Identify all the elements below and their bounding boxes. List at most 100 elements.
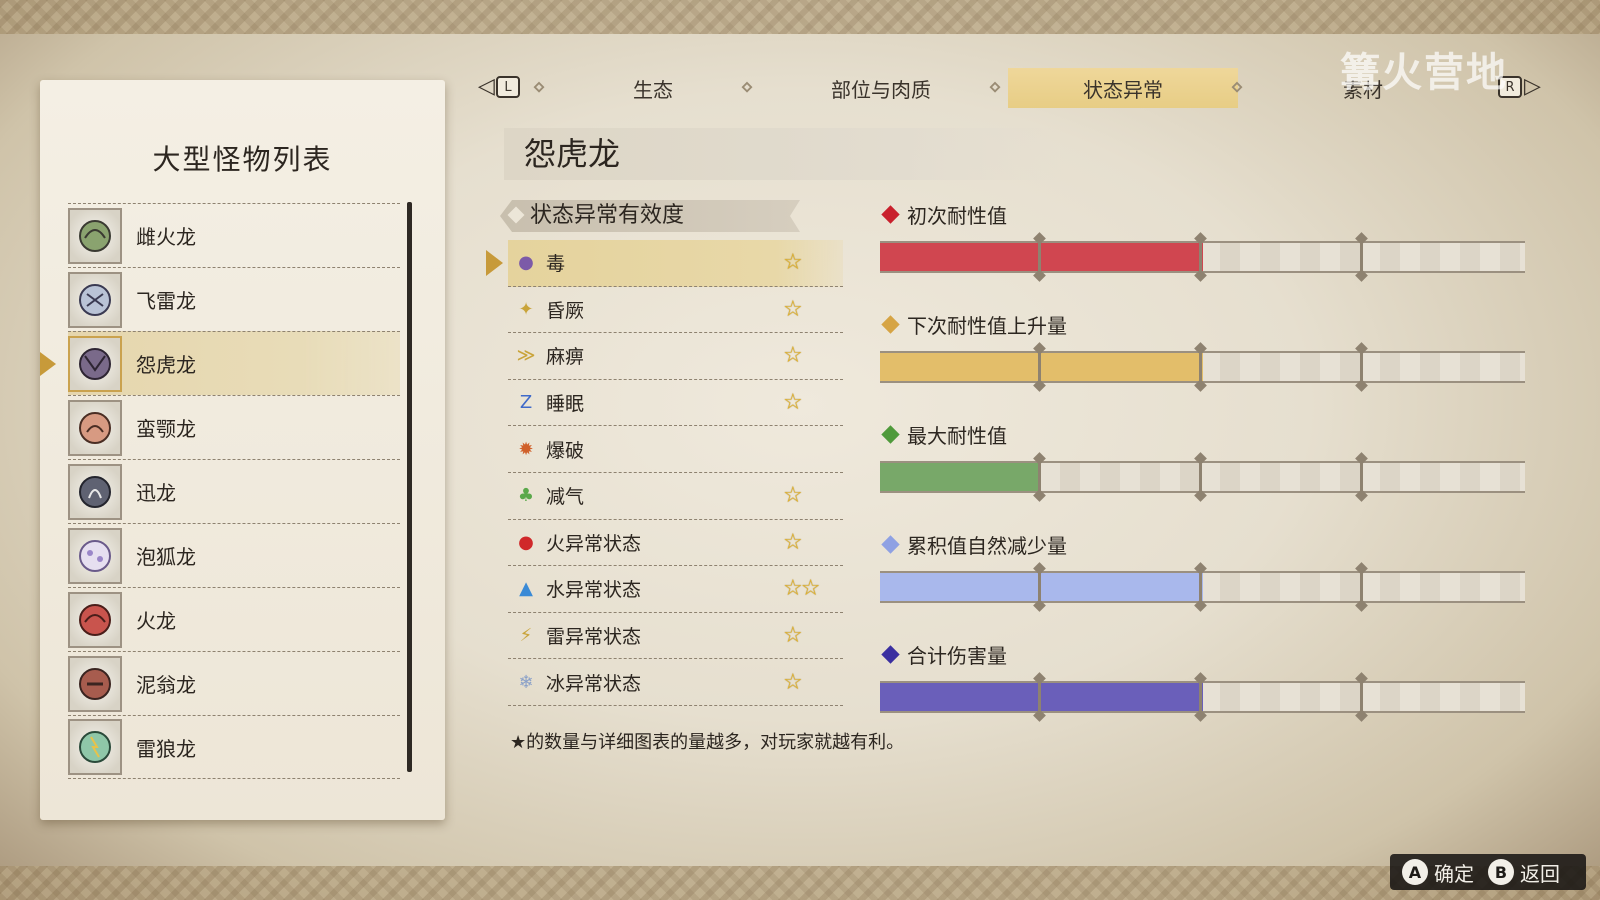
bar-tick [1360, 677, 1363, 717]
effectiveness-footnote: ★的数量与详细图表的量越多，对玩家就越有利。 [510, 732, 905, 753]
monster-name: 雷狼龙 [136, 736, 196, 761]
monster-name: 泥翁龙 [136, 673, 196, 697]
a-button-icon[interactable]: A [1402, 859, 1428, 885]
monster-row-rathalos[interactable]: 火龙 [68, 587, 400, 651]
bar-tick [1199, 677, 1202, 717]
blast-icon: ✹ [518, 438, 534, 460]
monster-list-panel: 大型怪物列表 雌火龙 飞雷龙 怨虎龙 蛮颚龙 迅龙 泡狐龙 火龙 泥翁龙 雷狼龙 [40, 80, 445, 820]
tab-parts-hitzones[interactable]: 部位与肉质 [766, 68, 996, 108]
back-label[interactable]: 返回 [1520, 858, 1560, 887]
effectiveness-list: ● 毒 ☆ ✦ 昏厥 ☆ ≫ 麻痹 ☆ Z 睡眠 ☆ ✹ 爆破 ♣ 减气 ☆ ●… [486, 240, 843, 706]
stat-label: 初次耐性值 [907, 204, 1007, 228]
stat-tolerance-increase: 下次耐性值上升量 [880, 310, 1530, 387]
ailment-row-sleep[interactable]: Z 睡眠 ☆ [508, 380, 843, 427]
stat-label: 累积值自然减少量 [907, 534, 1067, 558]
monster-row-mizutsune[interactable]: 泡狐龙 [68, 523, 400, 587]
monster-row-magnamalo[interactable]: 怨虎龙 [40, 331, 400, 395]
monster-name: 怨虎龙 [136, 353, 196, 377]
ailment-label: 爆破 [546, 439, 585, 462]
selection-pointer-icon [40, 352, 56, 376]
ailment-row-waterblight[interactable]: ▲ 水异常状态 ☆☆ [508, 566, 843, 613]
stat-bar [880, 237, 1525, 277]
stat-bar [880, 677, 1525, 717]
b-button-icon[interactable]: B [1488, 859, 1514, 885]
star-rating: ☆ [783, 343, 803, 369]
stat-diamond-icon [881, 425, 900, 444]
stat-bar-fill [880, 463, 1042, 491]
star-rating: ☆☆ [783, 576, 820, 602]
ailment-row-paralysis[interactable]: ≫ 麻痹 ☆ [508, 333, 843, 380]
star-rating: ☆ [783, 529, 803, 555]
bar-tick [1199, 237, 1202, 277]
tab-status-ailments[interactable]: 状态异常 [1008, 68, 1238, 108]
ailment-label: 昏厥 [546, 299, 585, 322]
monster-row-anjanath[interactable]: 蛮颚龙 [68, 395, 400, 459]
tab-separator-icon: ⋄ [740, 75, 754, 100]
bar-tick [1038, 457, 1041, 497]
stat-label: 合计伤害量 [907, 644, 1007, 668]
bar-tick [1360, 457, 1363, 497]
bar-tick [1038, 567, 1041, 607]
monster-row-tobi-kadachi[interactable]: 飞雷龙 [68, 267, 400, 331]
stat-bar-fill [880, 683, 1203, 711]
effectiveness-header: 状态异常有效度 [500, 200, 800, 232]
paralysis-icon: ≫ [516, 345, 536, 367]
ailment-row-blast[interactable]: ✹ 爆破 [508, 426, 843, 473]
stat-bar-fill [880, 353, 1203, 381]
ailment-label: 水异常状态 [546, 579, 642, 602]
top-border-decoration [0, 0, 1600, 34]
ailment-row-poison[interactable]: ● 毒 ☆ [486, 240, 843, 287]
monster-title: 怨虎龙 [504, 128, 1064, 180]
zinogre-icon [68, 719, 122, 775]
stat-total-damage: 合计伤害量 [880, 640, 1530, 717]
ailment-label: 麻痹 [546, 346, 585, 369]
rathian-icon [68, 207, 122, 264]
bottom-border-decoration [0, 866, 1600, 900]
ailment-label: 睡眠 [546, 393, 585, 416]
mizutsune-icon [68, 527, 122, 584]
ailment-row-fireblight[interactable]: ● 火异常状态 ☆ [508, 520, 843, 567]
star-rating: ☆ [783, 296, 803, 322]
stat-diamond-icon [881, 315, 900, 334]
ailment-row-exhaust[interactable]: ♣ 减气 ☆ [508, 473, 843, 520]
monster-row-rathian[interactable]: 雌火龙 [68, 203, 400, 267]
stat-bar-fill [880, 573, 1203, 601]
monster-row-nargacuga[interactable]: 迅龙 [68, 459, 400, 523]
monster-name: 雌火龙 [136, 225, 196, 249]
ailment-label: 雷异常状态 [546, 626, 642, 649]
tab-left-arrow-icon: ◁ [478, 74, 495, 99]
anjanath-icon [68, 399, 122, 456]
ailment-row-thunderblight[interactable]: ⚡ 雷异常状态 ☆ [508, 613, 843, 660]
stat-bar [880, 457, 1525, 497]
ailment-row-iceblight[interactable]: ❄ 冰异常状态 ☆ [508, 659, 843, 706]
stat-max-tolerance: 最大耐性值 [880, 420, 1530, 497]
fireblight-icon: ● [518, 531, 534, 553]
monster-name: 泡狐龙 [136, 545, 196, 569]
sleep-icon: Z [519, 392, 533, 414]
thunderblight-icon: ⚡ [519, 625, 533, 647]
poison-icon: ● [518, 252, 534, 274]
button-hints: A 确定 B 返回 [1390, 854, 1586, 890]
bar-tick [1199, 457, 1202, 497]
magnamalo-icon [68, 335, 122, 392]
bar-tick [1038, 237, 1041, 277]
rathalos-icon [68, 591, 122, 648]
confirm-label[interactable]: 确定 [1434, 858, 1474, 887]
ailment-label: 减气 [546, 486, 585, 509]
monster-row-zinogre[interactable]: 雷狼龙 [68, 715, 400, 779]
stat-bar [880, 567, 1525, 607]
ailment-row-stun[interactable]: ✦ 昏厥 ☆ [508, 287, 843, 334]
monster-list-scrollbar[interactable] [407, 202, 412, 772]
monster-name: 火龙 [136, 609, 176, 633]
stat-natural-decay: 累积值自然减少量 [880, 530, 1530, 607]
monster-row-almudron[interactable]: 泥翁龙 [68, 651, 400, 715]
monster-list: 雌火龙 飞雷龙 怨虎龙 蛮颚龙 迅龙 泡狐龙 火龙 泥翁龙 雷狼龙 [40, 203, 400, 779]
stat-bar [880, 347, 1525, 387]
bar-tick [1038, 677, 1041, 717]
bar-tick [1199, 567, 1202, 607]
tab-left-button[interactable]: L [496, 76, 520, 98]
watermark-logo: 篝火营地 [1340, 50, 1508, 96]
bar-tick [1199, 347, 1202, 387]
star-rating: ☆ [783, 390, 803, 416]
waterblight-icon: ▲ [519, 578, 533, 600]
